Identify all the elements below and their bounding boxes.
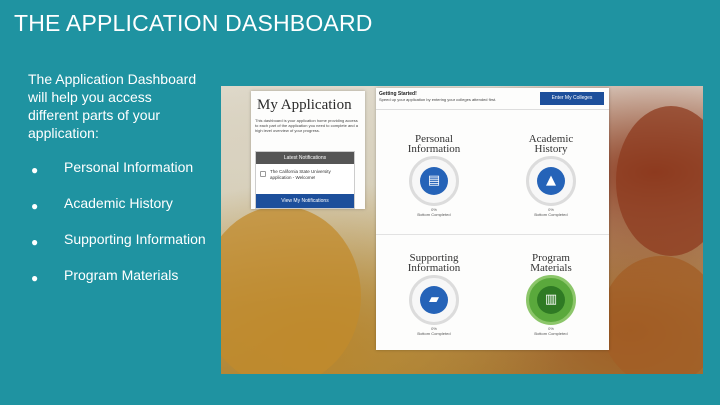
list-item-label: Personal Information — [64, 159, 194, 175]
notification-item[interactable]: The California State University applicat… — [256, 164, 354, 190]
enter-colleges-button[interactable]: Enter My Colleges — [540, 92, 604, 105]
list-item-label: Supporting Information — [64, 231, 206, 247]
intro-text: The Application Dashboard will help you … — [28, 71, 197, 141]
personal-information-section[interactable]: Personal Information ▤ 0% Bottom Completed — [376, 112, 492, 231]
foliage-decoration — [221, 206, 361, 374]
getting-started-banner: Getting Started! Speed up your applicati… — [376, 88, 609, 110]
program-materials-section[interactable]: Program Materials ▥ 0% Bottom Completed — [493, 231, 609, 350]
notifications-panel: Latest Notifications The California Stat… — [255, 151, 355, 209]
bullet-icon: ● — [31, 271, 39, 285]
supporting-information-button[interactable]: ▰ — [409, 275, 459, 325]
section-title: Program Materials — [530, 252, 572, 274]
my-application-description: This dashboard is your application home … — [255, 118, 358, 133]
list-item: ● Personal Information — [28, 158, 213, 177]
list-item-label: Program Materials — [64, 267, 179, 283]
dashboard-screenshot: My Application This dashboard is your ap… — [221, 86, 703, 374]
academic-history-section[interactable]: Academic History ▲ 0% Bottom Completed — [493, 112, 609, 231]
list-item: ● Supporting Information — [28, 230, 213, 249]
graduation-cap-icon: ▲ — [546, 173, 556, 188]
dashboard-card: Getting Started! Speed up your applicati… — [376, 88, 609, 350]
slide-title: THE APPLICATION DASHBOARD — [14, 10, 373, 36]
my-application-card: My Application This dashboard is your ap… — [251, 91, 365, 209]
bullet-icon: ● — [31, 163, 39, 177]
section-progress: 0% Bottom Completed — [417, 207, 451, 217]
notifications-header: Latest Notifications — [256, 152, 354, 164]
folder-icon: ▰ — [429, 292, 439, 307]
section-progress: 0% Bottom Completed — [534, 207, 568, 217]
notification-icon — [260, 171, 266, 177]
personal-information-button[interactable]: ▤ — [409, 156, 459, 206]
academic-history-button[interactable]: ▲ — [526, 156, 576, 206]
view-notifications-button[interactable]: View My Notifications — [256, 194, 354, 208]
id-card-icon: ▤ — [427, 173, 441, 188]
section-title: Supporting Information — [407, 252, 461, 274]
list-item: ● Program Materials — [28, 266, 213, 285]
notification-message: The California State University applicat… — [270, 169, 331, 180]
section-progress: 0% Bottom Completed — [417, 326, 451, 336]
section-title: Academic History — [528, 133, 574, 155]
supporting-information-section[interactable]: Supporting Information ▰ 0% Bottom Complet… — [376, 231, 492, 350]
foliage-decoration — [601, 256, 703, 374]
bullet-icon: ● — [31, 199, 39, 213]
list-item: ● Academic History — [28, 194, 213, 213]
book-icon: ▥ — [544, 292, 558, 307]
section-title: Personal Information — [407, 133, 461, 155]
list-item-label: Academic History — [64, 195, 173, 211]
my-application-title: My Application — [257, 97, 352, 113]
section-list: ● Personal Information ● Academic History … — [28, 158, 213, 302]
program-materials-button[interactable]: ▥ — [526, 275, 576, 325]
foliage-decoration — [616, 106, 703, 256]
bullet-icon: ● — [31, 235, 39, 249]
section-progress: 0% Bottom Completed — [534, 326, 568, 336]
getting-started-text: Speed up your application by entering yo… — [379, 97, 497, 102]
